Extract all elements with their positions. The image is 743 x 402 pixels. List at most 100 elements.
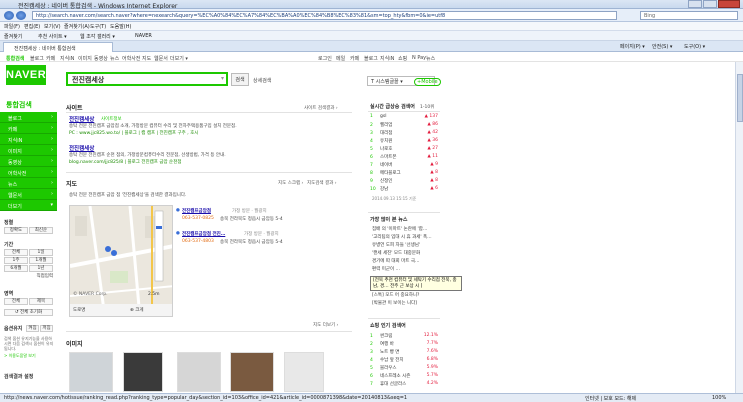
news-item[interactable]: '고리팀의 입대 시 휴 과세' 폭… <box>372 234 432 240</box>
map-result-link[interactable]: 지도검색 결과 › <box>307 180 337 186</box>
scrollbar-thumb[interactable] <box>737 74 743 122</box>
detail-search-link[interactable]: 상세검색 <box>253 77 271 84</box>
period-6m[interactable]: 6개월 <box>4 265 28 272</box>
menu-tools[interactable]: 도구(T) <box>90 23 106 30</box>
map-scrap-link[interactable]: 지도 스크랩 › <box>278 180 303 186</box>
svc-video[interactable]: 동영상 <box>94 55 108 62</box>
period-1w[interactable]: 1주 <box>4 257 28 264</box>
map-road-name[interactable]: 도로명 <box>73 307 85 313</box>
period-1m[interactable]: 1개월 <box>29 257 53 264</box>
option-keep-off[interactable]: 꺼짐 <box>40 325 53 332</box>
top-cafe[interactable]: 카페 <box>350 55 359 62</box>
tools-menu[interactable]: 도구(O) ▾ <box>684 43 705 50</box>
forward-icon[interactable] <box>16 11 26 20</box>
site-info-badge[interactable]: 사이트정보 <box>101 116 122 122</box>
menu-favorites[interactable]: 즐겨찾기(A) <box>64 23 90 30</box>
image-thumb-2[interactable] <box>123 352 163 392</box>
news-item[interactable]: [스톡] 모드 어 중요하니? <box>372 292 419 298</box>
page-scrollbar[interactable] <box>735 62 743 393</box>
shopping-item[interactable]: 4 수납 앞 전치 6.8% <box>370 357 438 363</box>
safety-menu[interactable]: 안전(S) ▾ <box>652 43 672 50</box>
left-nav-item-more[interactable]: 더보기 ▾ <box>0 200 57 211</box>
minimize-button[interactable] <box>688 0 702 8</box>
shopping-item[interactable]: 6 네스프레소 시즌 5.7% <box>370 373 438 379</box>
realtime-item[interactable]: 5 나로호 ▲ 27 <box>370 146 438 152</box>
svc-image[interactable]: 이미지 <box>78 55 92 62</box>
favorites-button[interactable]: 즐겨찾기 <box>4 33 22 40</box>
chevron-down-icon[interactable]: ▾ <box>221 75 224 82</box>
login-link[interactable]: 로그인 <box>318 55 332 62</box>
image-thumb-3[interactable] <box>177 352 221 392</box>
back-icon[interactable] <box>4 11 14 20</box>
svc-kin[interactable]: 지식iN <box>60 55 74 62</box>
left-nav-item-news[interactable]: 뉴스 › <box>0 178 57 189</box>
map-place-1-name[interactable]: 전진캠프금암점 <box>182 208 211 214</box>
map-view[interactable]: © NAVER Corp. 2.5m 도로명 ⊕ 크게 <box>69 205 173 317</box>
close-button[interactable] <box>718 0 740 8</box>
search-input[interactable]: 전진캠세상 ▾ <box>66 72 228 86</box>
menu-file[interactable]: 파일(F) <box>4 23 20 30</box>
news-item[interactable]: 집배 의 '이마트' 논란에 '합… <box>372 226 427 232</box>
top-blog[interactable]: 블로그 <box>364 55 378 62</box>
shopping-item[interactable]: 5 블라우스 5.9% <box>370 365 438 371</box>
image-thumb-5[interactable] <box>284 352 324 392</box>
news-item[interactable]: 경기에 따 대회 마트 극… <box>372 258 419 264</box>
map-place-2-name[interactable]: 전진캠프금암점 전진… <box>182 231 225 237</box>
site-result-title-2[interactable]: 전진캠세상 <box>69 144 94 152</box>
top-kin[interactable]: 지식iN <box>380 55 394 62</box>
mobile-link[interactable]: +Mobile <box>414 78 441 86</box>
left-nav-item-video[interactable]: 동영상 › <box>0 156 57 167</box>
period-1d[interactable]: 1일 <box>29 249 53 256</box>
svc-web[interactable]: 웹문서 <box>154 55 168 62</box>
address-bar[interactable]: http://search.naver.com/search.naver?whe… <box>32 11 617 20</box>
page-menu[interactable]: 페이지(P) ▾ <box>620 43 645 50</box>
browser-search-input[interactable]: Bing <box>640 11 738 20</box>
maximize-button[interactable] <box>703 0 717 8</box>
help-link[interactable]: > 이용도움말 보기 <box>4 353 36 359</box>
zoom-level[interactable]: 100% <box>712 395 726 401</box>
period-1y[interactable]: 1년 <box>29 265 53 272</box>
period-custom[interactable]: 직접입력 <box>29 274 53 281</box>
period-all[interactable]: 전체 <box>4 249 28 256</box>
left-nav-head[interactable]: 통합검색 <box>0 97 57 112</box>
news-item[interactable]: 편력 미군이 … <box>372 266 400 272</box>
top-mail[interactable]: 메일 <box>336 55 345 62</box>
news-item[interactable]: 유병언 도피 자들 '선생님' <box>372 242 420 248</box>
shopping-item[interactable]: 3 노트 빵 면 7.6% <box>370 349 438 355</box>
shopping-item[interactable]: 1 썬크림 12.1% <box>370 333 438 339</box>
tab-current[interactable]: 전진캠세상 : 네이버 통합검색 <box>3 42 113 52</box>
map-more-link[interactable]: 지도 더보기 › <box>313 322 338 328</box>
menu-edit[interactable]: 편집(E) <box>24 23 40 30</box>
top-news[interactable]: 뉴스 <box>426 55 435 62</box>
naver-logo[interactable]: NAVER <box>6 65 46 85</box>
left-nav-item-kin[interactable]: 지식iN › <box>0 134 57 145</box>
realtime-item[interactable]: 10 강남 ▲ 6 <box>370 186 438 192</box>
realtime-item[interactable]: 4 유치원 ▲ 36 <box>370 138 438 144</box>
site-result-url-1[interactable]: PC : www.jjc825.wo.to/ | 블로그 | 캠 캠프 | 전진… <box>69 130 198 136</box>
svc-news[interactable]: 뉴스 <box>110 55 119 62</box>
naver-favorite[interactable]: NAVER <box>135 33 152 39</box>
image-thumb-4[interactable] <box>230 352 274 392</box>
svc-cafe[interactable]: 카페 <box>46 55 55 62</box>
left-nav-item-image[interactable]: 이미지 › <box>0 145 57 156</box>
option-keep-on[interactable]: 켜짐 <box>26 325 39 332</box>
search-button[interactable]: 검색 <box>231 73 249 86</box>
reset-all-button[interactable]: ↺ 전체 초기화 <box>4 309 53 316</box>
sort-latest[interactable]: 최신순 <box>29 227 53 234</box>
realtime-item[interactable]: 1 gsl ▲ 137 <box>370 114 438 119</box>
map-enlarge-button[interactable]: ⊕ 크게 <box>130 307 143 313</box>
realtime-item[interactable]: 6 스마트폰 ▲ 11 <box>370 154 438 160</box>
realtime-item[interactable]: 8 메타블로그 ▲ 8 <box>370 170 438 176</box>
left-nav-item-blog[interactable]: 블로그 › <box>0 112 57 123</box>
top-shopping[interactable]: 쇼핑 <box>398 55 407 62</box>
area-title[interactable]: 제목 <box>29 298 53 305</box>
shopping-item[interactable]: 7 휴대 선글라스 4.2% <box>370 381 438 387</box>
menu-help[interactable]: 도움말(H) <box>110 23 131 30</box>
sort-accuracy[interactable]: 정확도 <box>4 227 28 234</box>
news-item[interactable]: '캔세 세진' 모드 대중문화 <box>372 250 420 256</box>
svc-blog[interactable]: 블로그 <box>30 55 44 62</box>
realtime-item[interactable]: 9 신정인 ▲ 8 <box>370 178 438 184</box>
top-pay[interactable]: N Pay <box>412 55 426 61</box>
site-more-link[interactable]: 사이트 검색결과 › <box>304 105 338 111</box>
left-nav-item-dictionary[interactable]: 어학사전 › <box>0 167 57 178</box>
